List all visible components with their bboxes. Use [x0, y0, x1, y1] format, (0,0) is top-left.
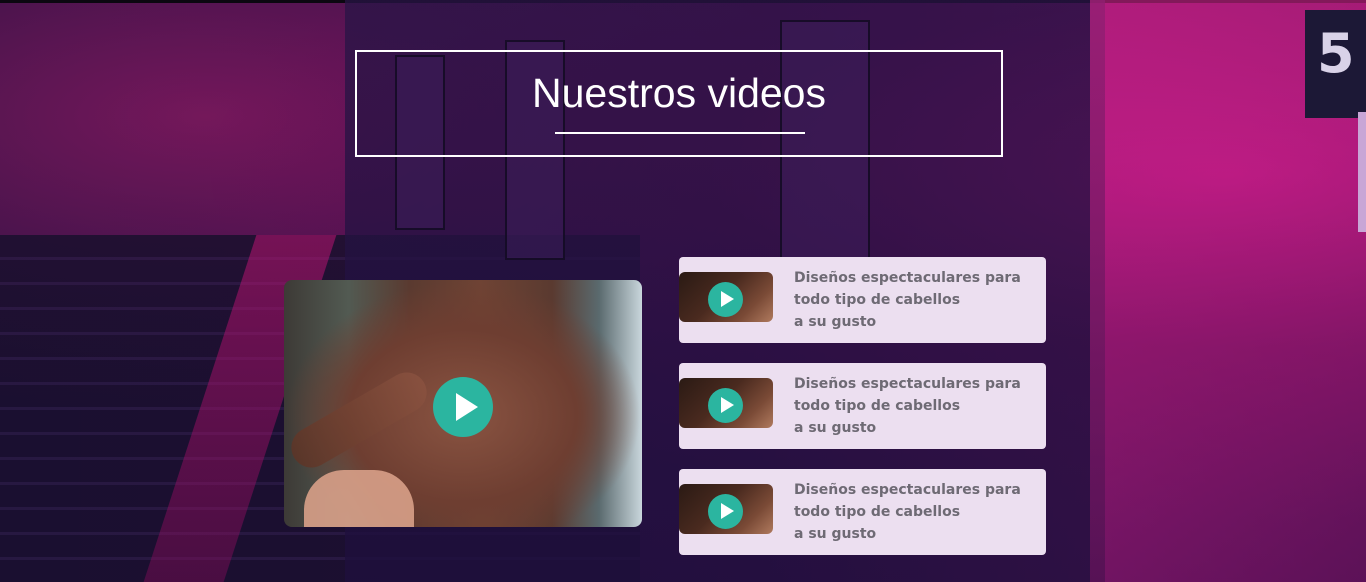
play-icon[interactable] — [433, 377, 493, 437]
video-description: Diseños espectaculares para todo tipo de… — [794, 267, 1034, 333]
video-description-line: a su gusto — [794, 526, 877, 542]
video-thumbnail-hair — [284, 365, 434, 475]
video-description-line: a su gusto — [794, 314, 877, 330]
video-description-line: Diseños espectaculares para — [794, 482, 1021, 498]
background-car-number-sign: 5 — [1305, 10, 1366, 118]
video-description-line: todo tipo de cabellos — [794, 504, 961, 520]
video-description: Diseños espectaculares para todo tipo de… — [794, 373, 1034, 439]
video-description-line: Diseños espectaculares para — [794, 376, 1021, 392]
play-icon[interactable] — [708, 388, 743, 423]
video-thumbnail[interactable] — [679, 378, 773, 428]
video-description: Diseños espectaculares para todo tipo de… — [794, 479, 1034, 545]
video-thumbnail[interactable] — [679, 272, 773, 322]
video-thumbnail-hand — [304, 470, 414, 527]
scrollbar-thumb[interactable] — [1358, 112, 1366, 232]
video-thumbnail[interactable] — [679, 484, 773, 534]
car-number: 5 — [1317, 22, 1355, 85]
video-list-item[interactable]: Diseños espectaculares para todo tipo de… — [679, 469, 1046, 555]
section-title: Nuestros videos — [532, 70, 826, 116]
play-icon[interactable] — [708, 282, 743, 317]
video-description-line: a su gusto — [794, 420, 877, 436]
video-list-item[interactable]: Diseños espectaculares para todo tipo de… — [679, 363, 1046, 449]
featured-video[interactable] — [284, 280, 642, 527]
video-list-item[interactable]: Diseños espectaculares para todo tipo de… — [679, 257, 1046, 343]
title-underline — [555, 132, 805, 134]
video-description-line: todo tipo de cabellos — [794, 292, 961, 308]
video-description-line: Diseños espectaculares para — [794, 270, 1021, 286]
video-description-line: todo tipo de cabellos — [794, 398, 961, 414]
play-icon[interactable] — [708, 494, 743, 529]
section-title-box: Nuestros videos — [355, 50, 1003, 157]
